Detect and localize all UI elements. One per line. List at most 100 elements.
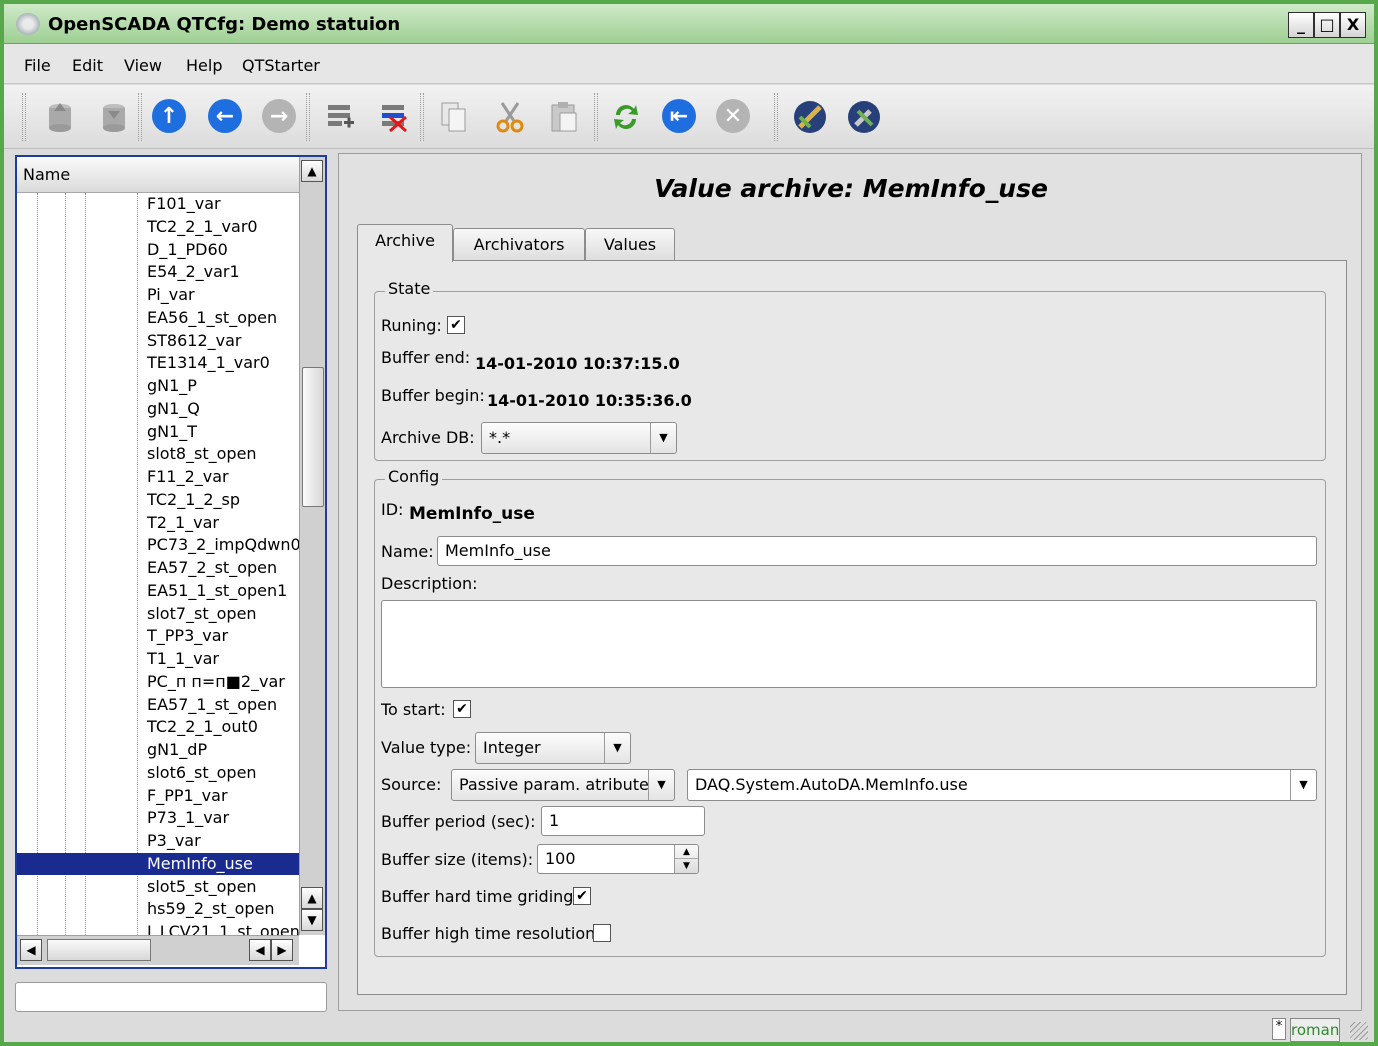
scroll-up-icon[interactable]: ▲ bbox=[301, 887, 323, 909]
tree-item[interactable]: J_LCV21_1_st_open bbox=[147, 921, 299, 935]
maximize-button[interactable]: □ bbox=[1314, 12, 1340, 38]
value-type-select[interactable]: Integer ▼ bbox=[475, 732, 631, 764]
tree-item[interactable]: gN1_P bbox=[147, 375, 197, 397]
tree-item[interactable]: P3_var bbox=[147, 830, 201, 852]
toolbar-handle[interactable] bbox=[22, 93, 26, 141]
config-icon[interactable] bbox=[846, 99, 882, 135]
tree-item[interactable]: hs59_2_st_open bbox=[147, 898, 275, 920]
copy-icon[interactable] bbox=[436, 99, 472, 135]
tree-item[interactable]: F101_var bbox=[147, 193, 221, 215]
source-type-select[interactable]: Passive param. atribute ▼ bbox=[451, 769, 675, 801]
scroll-up-icon[interactable]: ▲ bbox=[301, 160, 323, 182]
tree-item[interactable]: TE1314_1_var0 bbox=[147, 352, 270, 374]
resize-grip-icon[interactable] bbox=[1350, 1022, 1368, 1040]
tree-item[interactable]: slot6_st_open bbox=[147, 762, 257, 784]
chevron-down-icon[interactable]: ▼ bbox=[604, 733, 630, 763]
tree-filter-field[interactable] bbox=[15, 982, 327, 1012]
archive-db-select[interactable]: *.* ▼ bbox=[481, 422, 677, 454]
name-field[interactable]: MemInfo_use bbox=[437, 536, 1317, 566]
scroll-thumb[interactable] bbox=[47, 939, 151, 961]
tree-item[interactable]: PC_п п=п■2_var bbox=[147, 671, 285, 693]
to-start-checkbox[interactable]: ✔ bbox=[453, 700, 471, 718]
config-group-title: Config bbox=[385, 467, 443, 486]
start-icon[interactable]: ⇤ bbox=[662, 99, 698, 135]
scroll-thumb[interactable] bbox=[302, 367, 324, 507]
scroll-left-icon[interactable]: ◀ bbox=[20, 939, 42, 961]
tree-item[interactable]: EA56_1_st_open bbox=[147, 307, 277, 329]
tree-item[interactable]: F11_2_var bbox=[147, 466, 229, 488]
hard-grid-checkbox[interactable]: ✔ bbox=[573, 887, 591, 905]
close-button[interactable]: X bbox=[1340, 12, 1366, 38]
stop-icon[interactable]: ✕ bbox=[716, 99, 752, 135]
tree-item[interactable]: slot5_st_open bbox=[147, 876, 257, 898]
source-address-select[interactable]: DAQ.System.AutoDA.MemInfo.use ▼ bbox=[687, 769, 1317, 801]
minimize-button[interactable]: _ bbox=[1288, 12, 1314, 38]
running-checkbox[interactable]: ✔ bbox=[447, 316, 465, 334]
tab-archive[interactable]: Archive bbox=[357, 224, 453, 262]
delete-item-icon[interactable] bbox=[376, 99, 412, 135]
buffer-period-field[interactable]: 1 bbox=[541, 806, 705, 836]
tree-item[interactable]: F_PP1_var bbox=[147, 785, 228, 807]
chevron-down-icon[interactable]: ▼ bbox=[1290, 770, 1316, 800]
stepper-up-icon[interactable]: ▲ bbox=[675, 845, 698, 859]
buffer-size-field[interactable]: 100 ▲ ▼ bbox=[537, 844, 699, 874]
db-load-icon[interactable] bbox=[42, 99, 78, 135]
back-icon[interactable]: ← bbox=[208, 99, 244, 135]
tree-item[interactable]: EA57_2_st_open bbox=[147, 557, 277, 579]
tree-item[interactable]: E54_2_var1 bbox=[147, 261, 240, 283]
tree-item[interactable]: EA57_1_st_open bbox=[147, 694, 277, 716]
refresh-icon[interactable] bbox=[608, 99, 644, 135]
id-label: ID: bbox=[381, 500, 404, 519]
buffer-size-stepper[interactable]: ▲ ▼ bbox=[674, 845, 698, 873]
menu-qtstarter[interactable]: QTStarter bbox=[242, 56, 320, 75]
menu-view[interactable]: View bbox=[124, 56, 162, 75]
tree-item[interactable]: T_PP3_var bbox=[147, 625, 228, 647]
chevron-down-icon[interactable]: ▼ bbox=[648, 770, 674, 800]
tree-item[interactable]: EA51_1_st_open1 bbox=[147, 580, 287, 602]
tree-item-label: EA56_1_st_open bbox=[147, 307, 278, 327]
tree-horizontal-scrollbar[interactable]: ◀ ◀ ▶ bbox=[17, 935, 299, 965]
menu-help[interactable]: Help bbox=[186, 56, 222, 75]
menu-edit[interactable]: Edit bbox=[72, 56, 103, 75]
tree-item[interactable]: slot8_st_open bbox=[147, 443, 257, 465]
tree-item[interactable]: PC73_2_impQdwn0 bbox=[147, 534, 299, 556]
tree-item[interactable]: TC2_2_1_var0 bbox=[147, 216, 258, 238]
cut-icon[interactable] bbox=[492, 99, 528, 135]
tree-item[interactable]: gN1_Q bbox=[147, 398, 200, 420]
admin-icon[interactable] bbox=[792, 99, 828, 135]
tree-item[interactable]: slot7_st_open bbox=[147, 603, 257, 625]
add-item-icon[interactable] bbox=[322, 99, 358, 135]
tree-item[interactable]: D_1_PD60 bbox=[147, 239, 228, 261]
paste-icon[interactable] bbox=[546, 99, 582, 135]
tree-item[interactable]: TC2_2_1_out0 bbox=[147, 716, 258, 738]
tree-vertical-scrollbar[interactable]: ▲ ▲ ▼ bbox=[299, 157, 325, 935]
tree-item[interactable]: MemInfo_use bbox=[17, 852, 299, 875]
db-save-icon[interactable] bbox=[96, 99, 132, 135]
tree-item[interactable]: Pi_var bbox=[147, 284, 195, 306]
up-icon[interactable]: ↑ bbox=[152, 99, 188, 135]
description-field[interactable] bbox=[381, 600, 1317, 688]
tab-archivators[interactable]: Archivators bbox=[453, 228, 585, 262]
tree-item[interactable]: ST8612_var bbox=[147, 330, 242, 352]
title-bar[interactable]: OpenSCADA QTCfg: Demo statuion _ □ X bbox=[4, 4, 1374, 44]
high-res-checkbox[interactable] bbox=[593, 924, 611, 942]
scroll-down-icon[interactable]: ▼ bbox=[301, 909, 323, 931]
tree-item[interactable]: gN1_T bbox=[147, 421, 197, 443]
scroll-right-icon[interactable]: ▶ bbox=[271, 939, 293, 961]
tree-item[interactable]: gN1_dP bbox=[147, 739, 207, 761]
tree-list[interactable]: F101_var TC2_2_1_var0 D_1_PD60 E54_2_var1 Pi… bbox=[17, 193, 299, 935]
object-tree[interactable]: Name F101_var TC2_2_1_var0 D_1_PD60 E54_2_v… bbox=[15, 155, 327, 969]
tree-item[interactable]: T1_1_var bbox=[147, 648, 219, 670]
scroll-left-icon[interactable]: ◀ bbox=[249, 939, 271, 961]
chevron-down-icon[interactable]: ▼ bbox=[650, 423, 676, 453]
tree-header[interactable]: Name bbox=[17, 157, 299, 193]
forward-icon[interactable]: → bbox=[262, 99, 298, 135]
tree-item[interactable]: T2_1_var bbox=[147, 512, 219, 534]
tab-values[interactable]: Values bbox=[585, 228, 675, 262]
tree-item-label: EA51_1_st_open1 bbox=[147, 580, 288, 600]
user-indicator[interactable]: roman bbox=[1290, 1018, 1340, 1042]
stepper-down-icon[interactable]: ▼ bbox=[675, 859, 698, 873]
tree-item[interactable]: P73_1_var bbox=[147, 807, 229, 829]
menu-file[interactable]: File bbox=[24, 56, 51, 75]
tree-item[interactable]: TC2_1_2_sp bbox=[147, 489, 240, 511]
